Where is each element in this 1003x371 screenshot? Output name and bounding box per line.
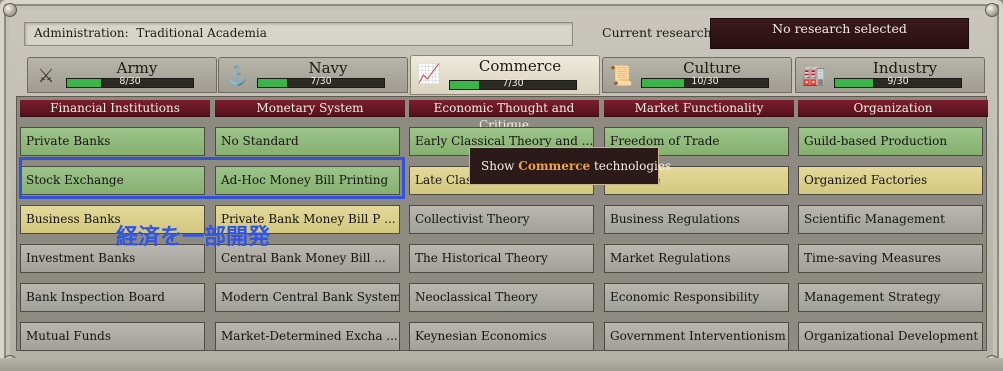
tab-army[interactable]: ⚔ Army 8/30 — [27, 57, 217, 93]
tech-item[interactable]: Economic Responsibility — [604, 283, 789, 312]
tech-item[interactable]: Organized Factories — [798, 166, 983, 195]
tech-item[interactable]: The Historical Theory — [409, 244, 594, 273]
tech-item[interactable]: No Standard — [215, 127, 400, 156]
tech-label: Market Regulations — [610, 251, 731, 265]
tech-item[interactable]: Mutual Funds — [20, 322, 205, 351]
scroll-icon: 📜 — [609, 65, 633, 87]
current-research-value: No research selected — [772, 21, 907, 36]
tech-item[interactable]: Collectivist Theory — [409, 205, 594, 234]
tech-label: Organizational Development — [804, 329, 979, 343]
tab-label: Army — [116, 59, 158, 77]
tab-progress-bar: 7/30 — [257, 76, 385, 88]
bottom-frame — [0, 358, 1003, 371]
tech-label: Management Strategy — [804, 290, 941, 304]
tech-label: Keynesian Economics — [415, 329, 547, 343]
tech-label: Mutual Funds — [26, 329, 111, 343]
tab-progress-bar: 10/30 — [641, 76, 769, 88]
tech-label: Government Interventionism — [610, 329, 786, 343]
rivet-icon — [3, 3, 17, 17]
tech-label: Private Banks — [26, 134, 111, 148]
tech-label: Scientific Management — [804, 212, 945, 226]
tab-label: Industry — [872, 59, 938, 77]
column-header: Market Functionality — [604, 100, 794, 117]
tech-label: Bank Inspection Board — [26, 290, 165, 304]
tab-industry[interactable]: 🏭 Industry 9/30 — [795, 57, 985, 93]
tab-count: 7/30 — [310, 76, 332, 87]
tech-item[interactable]: Market Regulations — [604, 244, 789, 273]
tech-label: Organized Factories — [804, 173, 928, 187]
current-research-box[interactable]: No research selected — [710, 18, 969, 49]
tab-label: Navy — [308, 59, 348, 77]
tab-progress-bar: 9/30 — [834, 76, 962, 88]
crossed-swords-icon: ⚔ — [37, 65, 55, 87]
administration-value: Traditional Academia — [136, 26, 267, 40]
tech-label: Early Classical Theory and ... — [415, 134, 594, 148]
tab-count: 9/30 — [887, 76, 909, 87]
tech-label: Late Clas — [415, 173, 473, 187]
tab-progress-bar: 8/30 — [66, 76, 194, 88]
tech-item[interactable]: Time-saving Measures — [798, 244, 983, 273]
tech-label: Market-Determined Excha ... — [221, 329, 398, 343]
column-header: Organization — [798, 100, 988, 117]
tech-item[interactable]: Neoclassical Theory — [409, 283, 594, 312]
tech-label: Neoclassical Theory — [415, 290, 538, 304]
tech-column: Economic Thought and Critique Early Class… — [409, 100, 599, 351]
tech-label: Economic Responsibility — [610, 290, 760, 304]
tab-label: Culture — [683, 59, 741, 77]
tab-count: 10/30 — [691, 76, 719, 87]
tech-item[interactable]: Modern Central Bank System — [215, 283, 400, 312]
tech-item[interactable]: Private Banks — [20, 127, 205, 156]
tech-label: Modern Central Bank System — [221, 290, 400, 304]
column-header: Monetary System — [215, 100, 405, 117]
tech-label: Business Regulations — [610, 212, 740, 226]
tech-label: The Historical Theory — [415, 251, 548, 265]
tech-item[interactable]: Guild-based Production — [798, 127, 983, 156]
tech-item[interactable]: Organizational Development — [798, 322, 983, 351]
tech-item[interactable]: Bank Inspection Board — [20, 283, 205, 312]
tech-label: Investment Banks — [26, 251, 136, 265]
column-header: Financial Institutions — [20, 100, 210, 117]
tech-item[interactable]: Scientific Management — [798, 205, 983, 234]
tech-label: Collectivist Theory — [415, 212, 530, 226]
administration-label: Administration: — [34, 26, 129, 40]
tech-item[interactable]: Government Interventionism — [604, 322, 789, 351]
tab-commerce[interactable]: 📈 Commerce 7/30 — [410, 55, 600, 95]
tech-label: Time-saving Measures — [804, 251, 941, 265]
tab-label: Commerce — [478, 57, 562, 75]
tech-label: Central Bank Money Bill ... — [221, 251, 386, 265]
column-header: Economic Thought and Critique — [409, 100, 599, 132]
current-research-label: Current research: — [602, 25, 716, 40]
tech-label: No Standard — [221, 134, 299, 148]
tech-label: Freedom of Trade — [610, 134, 720, 148]
rising-chart-icon: 📈 — [417, 63, 441, 85]
tooltip-suffix: technologies — [593, 159, 672, 173]
tooltip-prefix: Show — [481, 159, 515, 173]
tooltip: Show Commerce technologies — [469, 147, 671, 185]
tab-progress-bar: 7/30 — [449, 78, 577, 90]
tab-count: 8/30 — [119, 76, 141, 87]
tech-item[interactable]: Management Strategy — [798, 283, 983, 312]
annotation-text: 経済を一部開発 — [116, 225, 271, 250]
anchor-icon: ⚓ — [225, 65, 249, 87]
tech-item[interactable]: Business Regulations — [604, 205, 789, 234]
tech-item[interactable]: Keynesian Economics — [409, 322, 594, 351]
tech-item[interactable]: Market-Determined Excha ... — [215, 322, 400, 351]
tab-culture[interactable]: 📜 Culture 10/30 — [602, 57, 792, 93]
tech-column: Organization Guild-based Production Organi… — [798, 100, 988, 351]
administration-field: Administration: Traditional Academia — [24, 22, 573, 46]
tooltip-keyword: Commerce — [518, 159, 591, 173]
factory-icon: 🏭 — [802, 65, 826, 87]
tech-label: Business Banks — [26, 212, 121, 226]
tech-label: Guild-based Production — [804, 134, 948, 148]
tab-count: 7/30 — [502, 78, 524, 89]
highlight-box — [19, 157, 405, 199]
tab-navy[interactable]: ⚓ Navy 7/30 — [218, 57, 408, 93]
tech-column: Market FunctionalityFreedom of Tradetruc… — [604, 100, 794, 351]
rivet-icon — [985, 3, 999, 17]
